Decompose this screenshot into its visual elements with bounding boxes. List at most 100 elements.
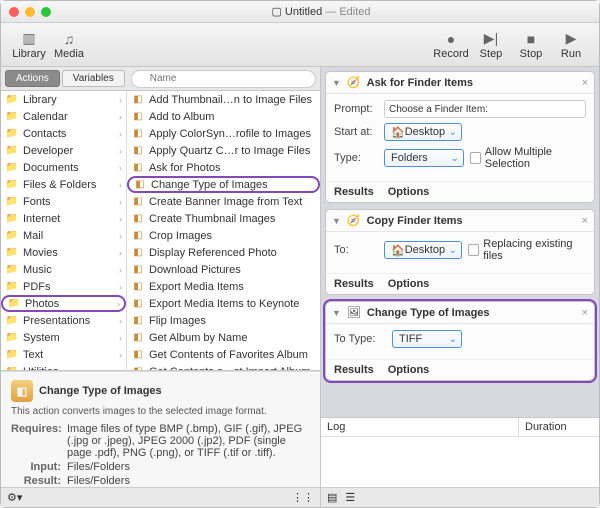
prompt-input[interactable]: [384, 100, 586, 118]
library-item[interactable]: 📁Developer›: [1, 142, 126, 159]
library-button[interactable]: ▥Library: [9, 26, 49, 64]
library-item[interactable]: 📁Text›: [1, 346, 126, 363]
allow-multiple-checkbox[interactable]: Allow Multiple Selection: [470, 146, 586, 170]
action-detail: ◧Change Type of Images This action conve…: [1, 371, 320, 487]
library-item[interactable]: 📁Contacts›: [1, 125, 126, 142]
action-icon: ◧: [131, 144, 145, 158]
run-button[interactable]: ▶Run: [551, 26, 591, 64]
log-header[interactable]: Log: [321, 418, 519, 436]
media-button[interactable]: ♫Media: [49, 26, 89, 64]
view-list-icon[interactable]: ☰: [345, 491, 355, 504]
folder-icon: 📁: [5, 110, 19, 124]
folder-icon: 📁: [5, 365, 19, 371]
folder-icon: 📁: [5, 195, 19, 209]
library-item[interactable]: 📁System›: [1, 329, 126, 346]
chevron-right-icon: ›: [119, 367, 122, 371]
action-icon: ◧: [131, 246, 145, 260]
chevron-right-icon: ›: [119, 95, 122, 105]
document-icon: ▢: [271, 6, 284, 18]
action-item[interactable]: ◧Crop Images: [127, 227, 320, 244]
step-icon: ▶|: [480, 30, 502, 48]
type-select[interactable]: Folders: [384, 149, 464, 167]
record-button[interactable]: ●Record: [431, 26, 471, 64]
action-item[interactable]: ◧Display Referenced Photo: [127, 244, 320, 261]
action-item[interactable]: ◧Export Media Items to Keynote: [127, 295, 320, 312]
action-item[interactable]: ◧Add Thumbnail…n to Image Files: [127, 91, 320, 108]
gear-icon[interactable]: ⚙︎▾: [7, 491, 22, 504]
options-button[interactable]: Options: [388, 278, 430, 290]
action-icon: ◧: [131, 280, 145, 294]
action-item[interactable]: ◧Create Banner Image from Text: [127, 193, 320, 210]
options-button[interactable]: Options: [388, 364, 430, 376]
minimize-window[interactable]: [25, 7, 35, 17]
action-item[interactable]: ◧Get Contents o…st Import Album: [127, 363, 320, 370]
search-input[interactable]: [131, 70, 316, 88]
close-icon[interactable]: ×: [582, 215, 588, 227]
run-icon: ▶: [560, 30, 582, 48]
close-window[interactable]: [9, 7, 19, 17]
disclosure-icon[interactable]: ▼: [332, 216, 341, 226]
action-item[interactable]: ◧Create Thumbnail Images: [127, 210, 320, 227]
library-item[interactable]: 📁Files & Folders›: [1, 176, 126, 193]
action-item[interactable]: ◧Ask for Photos: [127, 159, 320, 176]
close-icon[interactable]: ×: [582, 77, 588, 89]
startat-select[interactable]: 🏠 Desktop: [384, 123, 462, 141]
library-item[interactable]: 📁Library›: [1, 91, 126, 108]
folder-icon: 📁: [5, 93, 19, 107]
edited-label: — Edited: [325, 6, 370, 18]
workflow-canvas[interactable]: ▼🧭Ask for Finder Items× Prompt: Start at…: [321, 67, 599, 417]
folder-icon: 📁: [7, 297, 21, 311]
stop-button[interactable]: ■Stop: [511, 26, 551, 64]
tab-actions[interactable]: Actions: [5, 70, 60, 87]
library-item[interactable]: 📁Movies›: [1, 244, 126, 261]
action-item[interactable]: ◧Apply Quartz C…r to Image Files: [127, 142, 320, 159]
disclosure-icon[interactable]: ▼: [332, 308, 341, 318]
action-item[interactable]: ◧Export Media Items: [127, 278, 320, 295]
action-item[interactable]: ◧Download Pictures: [127, 261, 320, 278]
library-item[interactable]: 📁Music›: [1, 261, 126, 278]
library-item[interactable]: 📁Presentations›: [1, 312, 126, 329]
action-icon: ◧: [131, 297, 145, 311]
action-item[interactable]: ◧Apply ColorSyn…rofile to Images: [127, 125, 320, 142]
folder-icon: 📁: [5, 161, 19, 175]
action-item[interactable]: ◧Add to Album: [127, 108, 320, 125]
finder-icon: 🧭: [347, 214, 361, 227]
action-item[interactable]: ◧Get Contents of Favorites Album: [127, 346, 320, 363]
library-item[interactable]: 📁Utilities›: [1, 363, 126, 370]
results-button[interactable]: Results: [334, 278, 374, 290]
left-footer: ⚙︎▾ ⋮⋮: [1, 487, 320, 507]
chevron-right-icon: ›: [117, 299, 120, 309]
detail-desc: This action converts images to the selec…: [11, 406, 310, 417]
action-item[interactable]: ◧Change Type of Images: [127, 176, 320, 193]
tab-variables[interactable]: Variables: [62, 70, 125, 87]
folder-icon: 📁: [5, 263, 19, 277]
library-item[interactable]: 📁Mail›: [1, 227, 126, 244]
step-button[interactable]: ▶|Step: [471, 26, 511, 64]
resize-icon[interactable]: ⋮⋮: [292, 491, 314, 504]
action-item[interactable]: ◧Flip Images: [127, 312, 320, 329]
library-item[interactable]: 📁Internet›: [1, 210, 126, 227]
results-button[interactable]: Results: [334, 364, 374, 376]
chevron-right-icon: ›: [119, 231, 122, 241]
zoom-window[interactable]: [41, 7, 51, 17]
close-icon[interactable]: ×: [582, 307, 588, 319]
chevron-right-icon: ›: [119, 214, 122, 224]
results-button[interactable]: Results: [334, 186, 374, 198]
totype-select[interactable]: TIFF: [392, 330, 462, 348]
library-item[interactable]: 📁PDFs›: [1, 278, 126, 295]
to-select[interactable]: 🏠 Desktop: [384, 241, 462, 259]
library-item[interactable]: 📁Fonts›: [1, 193, 126, 210]
library-item[interactable]: 📁Documents›: [1, 159, 126, 176]
duration-header[interactable]: Duration: [519, 418, 599, 436]
library-item[interactable]: 📁Photos›: [1, 295, 126, 312]
options-button[interactable]: Options: [388, 186, 430, 198]
folder-icon: 📁: [5, 348, 19, 362]
action-list: ◧Add Thumbnail…n to Image Files◧Add to A…: [127, 91, 320, 370]
disclosure-icon[interactable]: ▼: [332, 78, 341, 88]
library-item[interactable]: 📁Calendar›: [1, 108, 126, 125]
action-item[interactable]: ◧Get Album by Name: [127, 329, 320, 346]
replace-checkbox[interactable]: Replacing existing files: [468, 238, 586, 262]
chevron-right-icon: ›: [119, 350, 122, 360]
view-flow-icon[interactable]: ▤: [327, 491, 337, 504]
window-title: ▢ Untitled — Edited: [51, 5, 591, 18]
